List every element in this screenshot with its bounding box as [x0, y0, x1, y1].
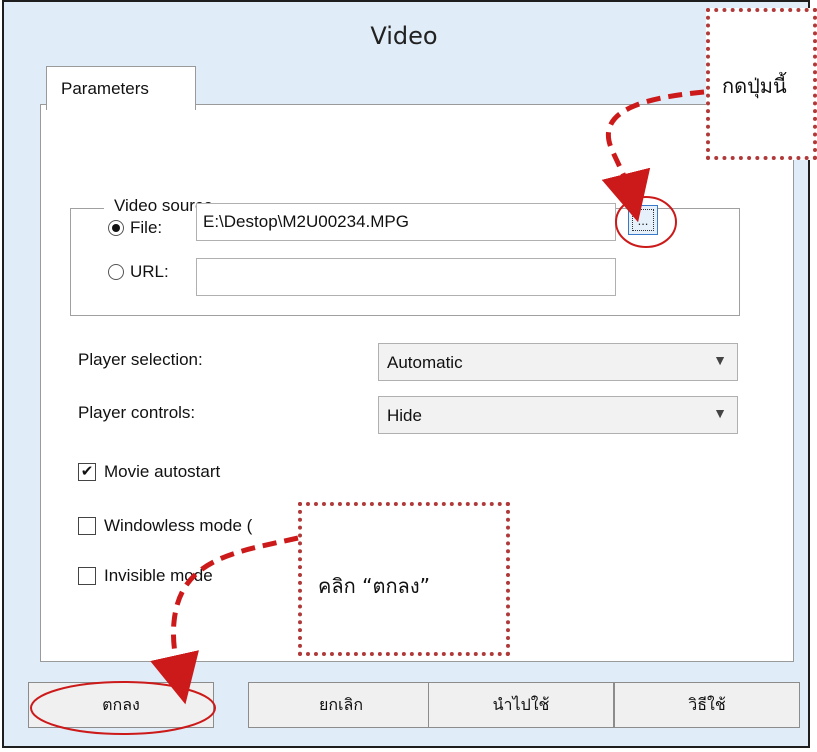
movie-autostart-label: Movie autostart	[104, 462, 221, 481]
callout-click-ok: คลิก “ตกลง”	[298, 502, 510, 656]
invisible-mode-checkbox[interactable]	[78, 567, 96, 585]
dialog-title: Video	[370, 22, 438, 50]
browse-button[interactable]: ...	[628, 205, 658, 235]
player-selection-dropdown[interactable]: Automatic ▼	[378, 343, 738, 381]
windowless-mode-label: Windowless mode (	[104, 516, 253, 535]
file-path-input[interactable]: E:\Destop\M2U00234.MPG	[196, 203, 616, 241]
player-controls-label: Player controls:	[78, 403, 196, 422]
url-input[interactable]	[196, 258, 616, 296]
file-label: File:	[130, 218, 163, 237]
tab-parameters[interactable]: Parameters	[46, 66, 196, 110]
player-controls-value: Hide	[387, 406, 422, 425]
callout-press-button: กดปุ่มนี้	[706, 8, 817, 160]
chevron-down-icon: ▼	[713, 405, 727, 421]
help-button[interactable]: วิธีใช้	[614, 682, 800, 728]
url-label: URL:	[130, 262, 169, 281]
apply-button[interactable]: นำไปใช้	[428, 682, 614, 728]
cancel-button[interactable]: ยกเลิก	[248, 682, 434, 728]
player-selection-value: Automatic	[387, 353, 463, 372]
invisible-mode-label: Invisible mode	[104, 566, 213, 585]
player-selection-label: Player selection:	[78, 350, 203, 369]
callout-click-ok-text: คลิก “ตกลง”	[318, 574, 430, 598]
chevron-down-icon: ▼	[713, 352, 727, 368]
player-controls-dropdown[interactable]: Hide ▼	[378, 396, 738, 434]
ok-button[interactable]: ตกลง	[28, 682, 214, 728]
tab-label: Parameters	[61, 79, 149, 98]
callout-press-button-text: กดปุ่มนี้	[722, 74, 787, 98]
movie-autostart-checkbox[interactable]: ✔	[78, 463, 96, 481]
url-radio[interactable]	[108, 264, 124, 280]
file-radio[interactable]	[108, 220, 124, 236]
windowless-mode-checkbox[interactable]	[78, 517, 96, 535]
